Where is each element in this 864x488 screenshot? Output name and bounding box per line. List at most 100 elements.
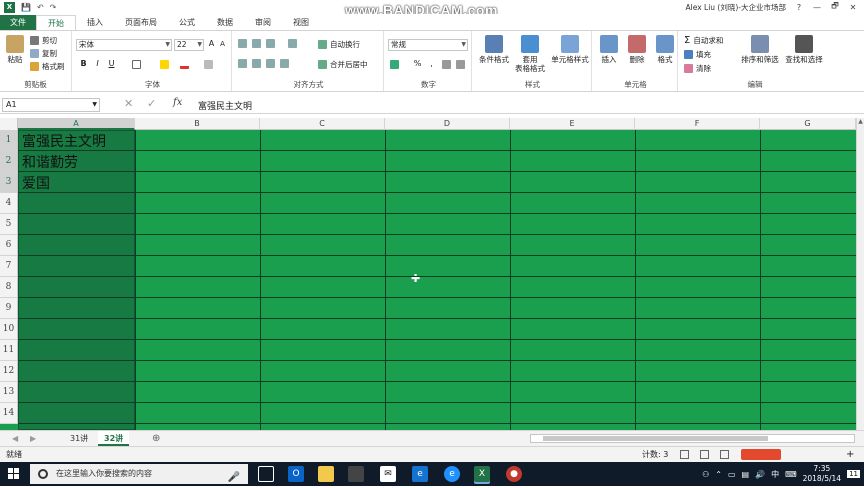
worksheet-grid[interactable]: ABCDEFG ✚ 1 2 3 4 5 6 7 8 9 10 11 12 13 14 富强民主文明 和谐勤劳爱… <box>0 118 856 430</box>
cell-styles-button[interactable]: 单元格样式 <box>548 35 592 64</box>
grow-font-button[interactable]: A <box>206 39 217 48</box>
number-format-select[interactable]: 常规 ▼ <box>388 39 468 51</box>
tab-home[interactable]: 开始 <box>36 15 76 30</box>
enter-icon[interactable]: ✓ <box>147 97 156 110</box>
shrink-font-button[interactable]: A <box>217 40 228 48</box>
fill-color-icon[interactable] <box>160 60 169 69</box>
align-middle-icon[interactable] <box>252 39 261 48</box>
tab-review[interactable]: 审阅 <box>244 15 282 30</box>
column-header-c[interactable]: C <box>260 118 385 130</box>
bold-button[interactable]: B <box>78 59 89 68</box>
network-icon[interactable]: ▤ <box>742 470 750 479</box>
align-right-icon[interactable] <box>266 59 275 68</box>
people-icon[interactable]: ⚇ <box>702 470 709 479</box>
font-size-select[interactable]: 22 ▼ <box>174 39 204 51</box>
row-header-10[interactable]: 10 <box>0 319 18 340</box>
row-header-5[interactable]: 5 <box>0 214 18 235</box>
keyboard-icon[interactable]: ⌨ <box>785 470 797 479</box>
format-as-table-button[interactable]: 套用 表格格式 <box>512 35 548 73</box>
orientation-icon[interactable] <box>288 39 297 48</box>
format-cells-button[interactable]: 格式 <box>652 35 678 64</box>
tab-data[interactable]: 数据 <box>206 15 244 30</box>
row-header-11[interactable]: 11 <box>0 340 18 361</box>
horizontal-scrollbar[interactable] <box>530 434 855 443</box>
next-sheet-icon[interactable]: ▶ <box>24 431 42 446</box>
conditional-format-button[interactable]: 条件格式 <box>476 35 512 64</box>
row-header-8[interactable]: 8 <box>0 277 18 298</box>
column-header-g[interactable]: G <box>760 118 856 130</box>
notification-badge[interactable]: 11 <box>847 470 860 478</box>
font-name-select[interactable]: 宋体 ▼ <box>76 39 172 51</box>
normal-view-icon[interactable] <box>680 450 689 459</box>
windows-start-icon[interactable] <box>8 468 20 480</box>
cell-a1[interactable]: 富强民主文明 <box>22 131 106 151</box>
font-color-icon[interactable] <box>180 60 189 69</box>
help-button[interactable]: ? <box>794 3 804 12</box>
row-header-7[interactable]: 7 <box>0 256 18 277</box>
cell-a3[interactable]: 爱国 <box>22 173 50 193</box>
row-header-3[interactable]: 3 <box>0 172 18 193</box>
find-select-button[interactable]: 查找和选择 <box>782 35 826 64</box>
undo-icon[interactable]: ↶ <box>37 3 44 12</box>
minimize-button[interactable]: — <box>812 3 822 12</box>
scroll-thumb[interactable] <box>543 436 768 441</box>
column-header-f[interactable]: F <box>635 118 760 130</box>
row-header-1[interactable]: 1 <box>0 130 18 151</box>
page-break-view-icon[interactable] <box>720 450 729 459</box>
taskbar-search[interactable]: 在这里输入你要搜索的内容 🎤 <box>30 464 248 484</box>
column-header-e[interactable]: E <box>510 118 635 130</box>
sheet-tab-32[interactable]: 32讲 <box>98 431 130 446</box>
row-header-2[interactable]: 2 <box>0 151 18 172</box>
tab-page-layout[interactable]: 页面布局 <box>114 15 168 30</box>
bandicam-taskbar-icon[interactable]: ● <box>506 466 522 482</box>
delete-cells-button[interactable]: 删除 <box>624 35 650 64</box>
mail-icon[interactable]: ✉ <box>380 466 396 482</box>
scroll-up-icon[interactable]: ▲ <box>857 118 864 125</box>
store-icon[interactable] <box>348 466 364 482</box>
microphone-icon[interactable]: 🎤 <box>228 468 240 488</box>
taskbar-clock[interactable]: 7:35 2018/5/14 <box>803 464 841 484</box>
tab-insert[interactable]: 插入 <box>76 15 114 30</box>
cut-button[interactable]: 剪切 <box>30 35 57 46</box>
paste-button[interactable]: 粘贴 <box>4 35 26 64</box>
copy-button[interactable]: 复制 <box>30 48 57 59</box>
tab-view[interactable]: 视图 <box>282 15 320 30</box>
save-icon[interactable]: 💾 <box>21 3 31 12</box>
decrease-decimal-icon[interactable] <box>456 60 465 69</box>
insert-function-icon[interactable]: fx <box>173 97 182 108</box>
zoom-in-button[interactable]: + <box>846 447 854 462</box>
wrap-text-button[interactable]: 自动换行 <box>318 39 360 50</box>
row-header-12[interactable]: 12 <box>0 361 18 382</box>
borders-icon[interactable] <box>132 60 141 69</box>
column-header-b[interactable]: B <box>135 118 260 130</box>
add-sheet-button[interactable]: ⊕ <box>146 431 166 446</box>
row-header-14[interactable]: 14 <box>0 403 18 424</box>
battery-icon[interactable]: ▭ <box>728 470 736 479</box>
merge-center-button[interactable]: 合并后居中 <box>318 59 368 70</box>
currency-icon[interactable] <box>390 60 399 69</box>
user-name[interactable]: Alex Liu (刘晓)-大企业市场部 <box>686 2 786 13</box>
fill-button[interactable]: 填充 <box>684 49 711 60</box>
row-header-9[interactable]: 9 <box>0 298 18 319</box>
comma-button[interactable]: , <box>426 59 437 68</box>
task-view-icon[interactable] <box>258 466 274 482</box>
clear-button[interactable]: 清除 <box>684 63 711 74</box>
tab-formulas[interactable]: 公式 <box>168 15 206 30</box>
redo-icon[interactable]: ↷ <box>50 3 57 12</box>
restore-button[interactable]: 🗗 <box>830 0 840 14</box>
sort-filter-button[interactable]: 排序和筛选 <box>738 35 782 64</box>
row-header-6[interactable]: 6 <box>0 235 18 256</box>
italic-button[interactable]: I <box>92 59 103 68</box>
column-header-a[interactable]: A <box>18 118 135 130</box>
edge-icon[interactable]: e <box>412 466 428 482</box>
select-all-corner[interactable] <box>0 118 18 130</box>
align-bottom-icon[interactable] <box>266 39 275 48</box>
increase-decimal-icon[interactable] <box>442 60 451 69</box>
format-painter-button[interactable]: 格式刷 <box>30 61 65 72</box>
autosum-button[interactable]: Σ 自动求和 <box>684 35 723 46</box>
sogou-ime-icon[interactable] <box>741 449 781 460</box>
formula-input[interactable]: 富强民主文明 <box>198 99 252 112</box>
ime-indicator[interactable]: 中 <box>771 469 779 480</box>
cell-a2[interactable]: 和谐勤劳 <box>22 152 78 172</box>
ie-icon[interactable]: e <box>444 466 460 482</box>
